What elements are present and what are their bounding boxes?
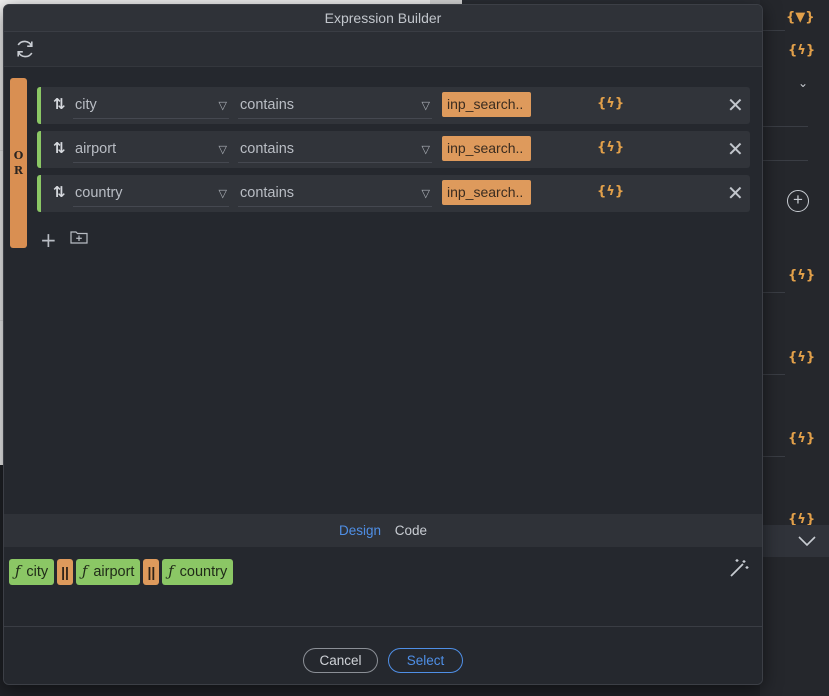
dialog-title: Expression Builder	[4, 5, 762, 32]
remove-rule-icon[interactable]: ✕	[727, 137, 744, 161]
chevron-down-icon: ▽	[421, 99, 430, 112]
field-select[interactable]: city ▽	[73, 92, 229, 119]
binding-icon[interactable]: {ϟ}	[597, 184, 624, 199]
sort-arrows-icon[interactable]: ⇅	[53, 139, 66, 157]
binding-icon[interactable]: {ϟ}	[788, 350, 815, 365]
tab-code[interactable]: Code	[395, 514, 427, 547]
divider	[763, 30, 785, 31]
remove-rule-icon[interactable]: ✕	[727, 181, 744, 205]
function-icon: ƒ	[168, 564, 174, 580]
field-select-value: city	[75, 97, 97, 113]
chevron-down-icon: ▽	[218, 187, 227, 200]
binding-icon[interactable]: {ϟ}	[788, 268, 815, 283]
expression-term-label: airport	[93, 564, 135, 580]
sort-arrows-icon[interactable]: ⇅	[53, 183, 66, 201]
divider	[763, 292, 785, 293]
divider	[763, 374, 785, 375]
field-select-value: airport	[75, 141, 117, 157]
divider	[763, 126, 808, 127]
expression-term-chip[interactable]: ƒ airport	[75, 559, 141, 585]
function-icon: ƒ	[15, 564, 21, 580]
chevron-down-icon: ▽	[218, 99, 227, 112]
function-icon: ƒ	[81, 564, 88, 580]
background-toolbar	[760, 525, 829, 557]
divider	[763, 456, 785, 457]
operator-select[interactable]: contains ▽	[238, 92, 432, 119]
chevron-down-icon[interactable]: ⌄	[798, 76, 808, 90]
cancel-button[interactable]: Cancel	[303, 648, 378, 673]
rule-row: ⇅ city ▽ contains ▽ inp_search.. {ϟ} ✕	[37, 87, 750, 124]
expression-or-chip[interactable]: ||	[143, 559, 160, 585]
add-circle-icon[interactable]: +	[787, 190, 809, 212]
expression-term-label: country	[179, 564, 228, 580]
expression-term-label: city	[26, 564, 49, 580]
value-chip[interactable]: inp_search..	[442, 180, 531, 205]
operator-select-value: contains	[240, 185, 295, 201]
field-select[interactable]: airport ▽	[73, 136, 229, 163]
group-operator-toggle[interactable]: O R	[10, 78, 27, 248]
group-operator-letter: R	[13, 164, 24, 177]
value-chip[interactable]: inp_search..	[442, 136, 531, 161]
view-tabs: Design Code	[4, 514, 762, 547]
query-builder: O R ⇅ city ▽ contains ▽ inp_search.. {ϟ}…	[4, 68, 762, 514]
background-properties-panel	[760, 0, 829, 696]
divider	[763, 160, 808, 161]
field-select[interactable]: country ▽	[73, 180, 229, 207]
chevron-down-icon: ▽	[218, 143, 227, 156]
group-operator-letter: O	[13, 149, 24, 162]
binding-icon[interactable]: {ϟ}	[597, 140, 624, 155]
filter-binding-icon[interactable]: {▼}	[786, 10, 815, 25]
add-group-icon[interactable]	[70, 230, 88, 244]
expression-preview: ƒ city || ƒ airport || ƒ country	[4, 547, 762, 627]
rule-row: ⇅ airport ▽ contains ▽ inp_search.. {ϟ} …	[37, 131, 750, 168]
field-select-value: country	[75, 185, 123, 201]
expression-term-chip[interactable]: ƒ city	[9, 559, 55, 585]
binding-icon[interactable]: {ϟ}	[788, 431, 815, 446]
select-button[interactable]: Select	[388, 648, 463, 673]
add-rule-icon[interactable]: +	[40, 228, 57, 252]
expression-builder-dialog: Expression Builder O R ⇅ city ▽ contains…	[3, 4, 763, 685]
operator-select-value: contains	[240, 141, 295, 157]
refresh-icon[interactable]	[14, 38, 36, 60]
rule-row: ⇅ country ▽ contains ▽ inp_search.. {ϟ} …	[37, 175, 750, 212]
builder-toolbar	[4, 32, 762, 67]
expression-term-chip[interactable]: ƒ country	[162, 559, 234, 585]
expression-chips: ƒ city || ƒ airport || ƒ country	[9, 559, 234, 585]
chevron-down-icon: ▽	[421, 143, 430, 156]
operator-select[interactable]: contains ▽	[238, 136, 432, 163]
expression-or-chip[interactable]: ||	[57, 559, 73, 585]
tab-design[interactable]: Design	[339, 514, 381, 547]
binding-icon[interactable]: {ϟ}	[597, 96, 624, 111]
dialog-footer: Cancel Select	[4, 627, 762, 684]
sort-arrows-icon[interactable]: ⇅	[53, 95, 66, 113]
magic-wand-icon[interactable]	[728, 557, 750, 579]
value-chip[interactable]: inp_search..	[442, 92, 531, 117]
chevron-down-icon: ▽	[421, 187, 430, 200]
chevron-down-icon[interactable]	[797, 535, 817, 547]
remove-rule-icon[interactable]: ✕	[727, 93, 744, 117]
binding-icon[interactable]: {ϟ}	[788, 43, 815, 58]
operator-select-value: contains	[240, 97, 295, 113]
operator-select[interactable]: contains ▽	[238, 180, 432, 207]
